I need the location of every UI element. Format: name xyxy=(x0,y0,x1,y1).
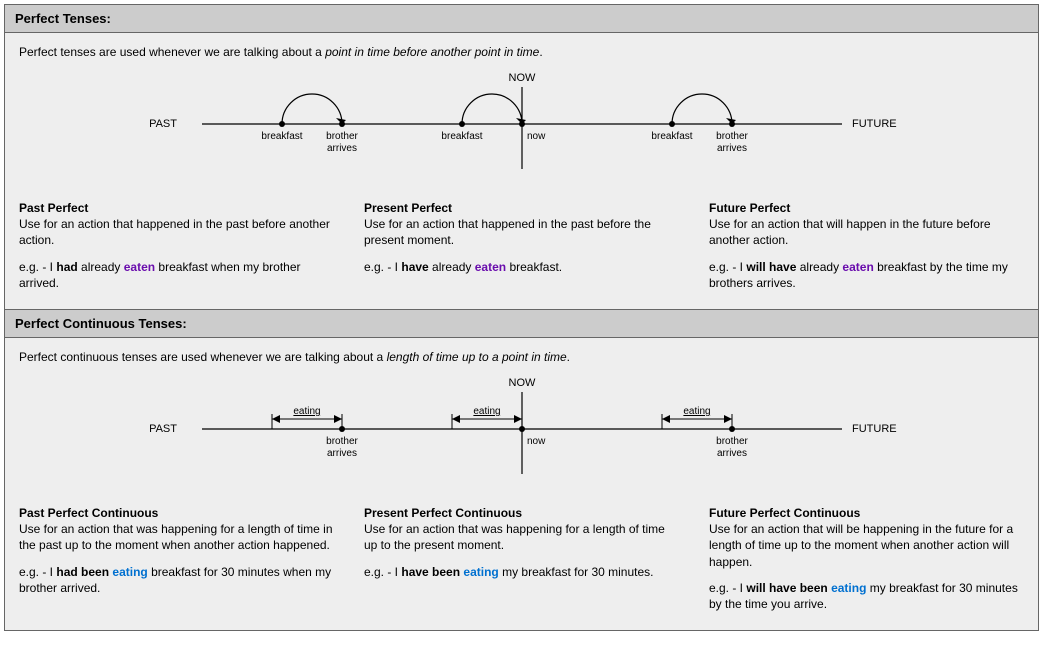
col-example: e.g. - I have already eaten breakfast. xyxy=(364,259,679,275)
col-title: Present Perfect xyxy=(364,200,679,216)
col-desc: Use for an action that was happening for… xyxy=(19,521,334,553)
right-b: brother xyxy=(716,436,748,447)
right-b2: arrives xyxy=(716,143,746,154)
left-b: brother xyxy=(326,131,358,142)
left-a: breakfast xyxy=(261,131,302,142)
eg-pre: e.g. - I xyxy=(19,565,56,579)
col-title: Future Perfect xyxy=(709,200,1024,216)
eg-pre: e.g. - I xyxy=(364,260,401,274)
perfect-body: Perfect tenses are used whenever we are … xyxy=(5,33,1038,309)
eg-verb: eaten xyxy=(475,260,506,274)
intro-end: . xyxy=(567,350,570,364)
perfect-diagram: NOW PAST FUTURE breakfast brother arrive… xyxy=(19,69,1024,182)
left-b: brother xyxy=(326,436,358,447)
eg-bold: had xyxy=(56,260,77,274)
span-label: eating xyxy=(683,406,710,417)
eg-verb: eaten xyxy=(842,260,873,274)
left-b2: arrives xyxy=(326,448,356,459)
perfect-cont-intro: Perfect continuous tenses are used whene… xyxy=(19,350,1024,364)
mid-b: now xyxy=(527,131,546,142)
eg-bold: have been xyxy=(401,565,460,579)
left-b2: arrives xyxy=(326,143,356,154)
eg-verb: eating xyxy=(831,581,866,595)
col-title: Past Perfect xyxy=(19,200,334,216)
eg-mid: already xyxy=(429,260,475,274)
intro-em: length of time up to a point in time xyxy=(387,350,567,364)
intro-end: . xyxy=(539,45,542,59)
eg-pre: e.g. - I xyxy=(709,260,746,274)
perfect-cont-diagram: NOW PAST FUTURE eating brother arrives xyxy=(19,374,1024,487)
col-example: e.g. - I will have been eating my breakf… xyxy=(709,580,1024,612)
col-example: e.g. - I will have already eaten breakfa… xyxy=(709,259,1024,291)
right-b: brother xyxy=(716,131,748,142)
eg-bold: had been xyxy=(56,565,109,579)
col-desc: Use for an action that will happen in th… xyxy=(709,216,1024,248)
perfect-tenses-panel: Perfect Tenses: Perfect tenses are used … xyxy=(4,4,1039,310)
past-label: PAST xyxy=(149,423,177,435)
eg-verb: eating xyxy=(112,565,147,579)
past-perfect-cont-col: Past Perfect Continuous Use for an actio… xyxy=(19,505,334,612)
col-desc: Use for an action that happened in the p… xyxy=(19,216,334,248)
intro-em: point in time before another point in ti… xyxy=(325,45,539,59)
col-title: Future Perfect Continuous xyxy=(709,505,1024,521)
eg-mid: already xyxy=(78,260,124,274)
now-label: NOW xyxy=(508,377,536,389)
col-title: Past Perfect Continuous xyxy=(19,505,334,521)
perfect-intro: Perfect tenses are used whenever we are … xyxy=(19,45,1024,59)
intro-text: Perfect continuous tenses are used whene… xyxy=(19,350,387,364)
perfect-header: Perfect Tenses: xyxy=(5,5,1038,33)
perfect-cont-body: Perfect continuous tenses are used whene… xyxy=(5,338,1038,630)
mid-b: now xyxy=(527,436,546,447)
eg-post: my breakfast for 30 minutes. xyxy=(499,565,654,579)
mid-a: breakfast xyxy=(441,131,482,142)
present-perfect-cont-col: Present Perfect Continuous Use for an ac… xyxy=(364,505,679,612)
col-title: Present Perfect Continuous xyxy=(364,505,679,521)
future-perfect-col: Future Perfect Use for an action that wi… xyxy=(709,200,1024,291)
right-a: breakfast xyxy=(651,131,692,142)
eg-bold: will have been xyxy=(746,581,827,595)
present-perfect-col: Present Perfect Use for an action that h… xyxy=(364,200,679,291)
span-label: eating xyxy=(473,406,500,417)
eg-verb: eaten xyxy=(124,260,155,274)
right-b2: arrives xyxy=(716,448,746,459)
eg-mid: already xyxy=(796,260,842,274)
col-desc: Use for an action that will be happening… xyxy=(709,521,1024,570)
future-perfect-cont-col: Future Perfect Continuous Use for an act… xyxy=(709,505,1024,612)
eg-pre: e.g. - I xyxy=(364,565,401,579)
eg-pre: e.g. - I xyxy=(709,581,746,595)
eg-verb: eating xyxy=(463,565,498,579)
now-label: NOW xyxy=(508,72,536,84)
perfect-columns: Past Perfect Use for an action that happ… xyxy=(19,200,1024,291)
future-label: FUTURE xyxy=(852,118,897,130)
past-perfect-col: Past Perfect Use for an action that happ… xyxy=(19,200,334,291)
intro-text: Perfect tenses are used whenever we are … xyxy=(19,45,325,59)
past-label: PAST xyxy=(149,118,177,130)
perfect-cont-columns: Past Perfect Continuous Use for an actio… xyxy=(19,505,1024,612)
span-label: eating xyxy=(293,406,320,417)
perfect-cont-header: Perfect Continuous Tenses: xyxy=(5,310,1038,338)
eg-bold: will have xyxy=(746,260,796,274)
eg-post: breakfast. xyxy=(506,260,562,274)
col-desc: Use for an action that happened in the p… xyxy=(364,216,679,248)
eg-bold: have xyxy=(401,260,428,274)
col-example: e.g. - I had been eating breakfast for 3… xyxy=(19,564,334,596)
col-desc: Use for an action that was happening for… xyxy=(364,521,679,553)
eg-pre: e.g. - I xyxy=(19,260,56,274)
col-example: e.g. - I have been eating my breakfast f… xyxy=(364,564,679,580)
perfect-continuous-panel: Perfect Continuous Tenses: Perfect conti… xyxy=(4,310,1039,631)
future-label: FUTURE xyxy=(852,423,897,435)
col-example: e.g. - I had already eaten breakfast whe… xyxy=(19,259,334,291)
